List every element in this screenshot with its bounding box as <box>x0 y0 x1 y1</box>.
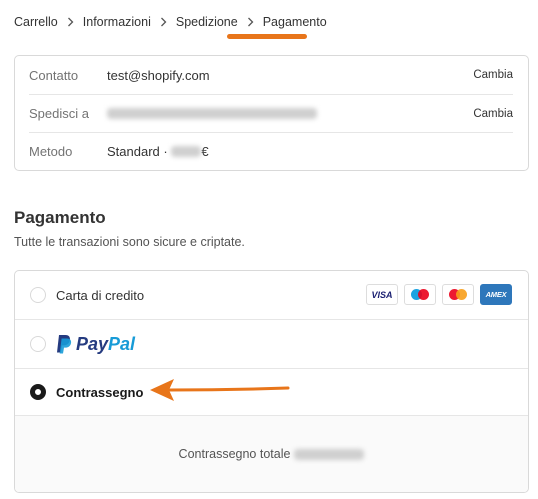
chevron-right-icon <box>247 17 254 27</box>
breadcrumb-payment-current: Pagamento <box>262 15 327 29</box>
method-name: Standard · <box>107 144 172 159</box>
payment-subtitle: Tutte le transazioni sono sicure e cript… <box>14 235 245 249</box>
ship-to-label: Spedisci a <box>29 106 89 121</box>
chevron-right-icon <box>160 17 167 27</box>
change-contact-link[interactable]: Cambia <box>473 69 513 81</box>
cod-radio-selected[interactable] <box>30 384 46 400</box>
review-contact-row: Contatto test@shopify.com Cambia <box>29 56 513 94</box>
paypal-logo-part2: Pal <box>108 333 136 354</box>
paypal-logo: PayPal <box>56 334 135 355</box>
option-credit-card[interactable]: Carta di credito VISA AMEX <box>15 271 528 319</box>
method-price-redacted <box>171 146 202 157</box>
order-review-box: Contatto test@shopify.com Cambia Spedisc… <box>14 55 529 171</box>
mastercard-icon <box>442 284 474 305</box>
credit-card-label: Carta di credito <box>56 287 145 303</box>
paypal-logo-part1: Pay <box>76 333 109 354</box>
cod-details-panel: Contrassegno totale <box>15 415 528 492</box>
visa-icon: VISA <box>366 284 398 305</box>
change-address-link[interactable]: Cambia <box>473 108 513 120</box>
arrow-left-icon <box>150 379 290 401</box>
method-currency: € <box>201 144 209 159</box>
maestro-icon <box>404 284 436 305</box>
ship-to-address-redacted <box>107 108 473 119</box>
paypal-p-icon <box>57 335 72 354</box>
paypal-radio[interactable] <box>30 336 46 352</box>
credit-card-radio[interactable] <box>30 287 46 303</box>
breadcrumb-cart[interactable]: Carrello <box>14 15 58 29</box>
cod-total-amount-redacted <box>294 448 365 460</box>
current-step-highlight <box>227 34 307 39</box>
cod-label: Contrassegno <box>56 384 144 400</box>
amex-icon: AMEX <box>480 284 512 305</box>
breadcrumb-shipping[interactable]: Spedizione <box>176 15 238 29</box>
method-label: Metodo <box>29 144 73 159</box>
breadcrumb: Carrello Informazioni Spedizione Pagamen… <box>14 15 327 29</box>
breadcrumb-information[interactable]: Informazioni <box>83 15 151 29</box>
chevron-right-icon <box>67 17 74 27</box>
review-ship-to-row: Spedisci a Cambia <box>29 94 513 132</box>
option-paypal[interactable]: PayPal <box>15 319 528 368</box>
payment-title: Pagamento <box>14 208 106 227</box>
method-value: Standard · € <box>107 144 513 159</box>
cod-total-label: Contrassegno totale <box>178 447 291 461</box>
card-brand-icons: VISA AMEX <box>366 284 512 305</box>
contact-label: Contatto <box>29 67 79 83</box>
contact-value: test@shopify.com <box>107 67 210 83</box>
review-method-row: Metodo Standard · € <box>29 132 513 170</box>
